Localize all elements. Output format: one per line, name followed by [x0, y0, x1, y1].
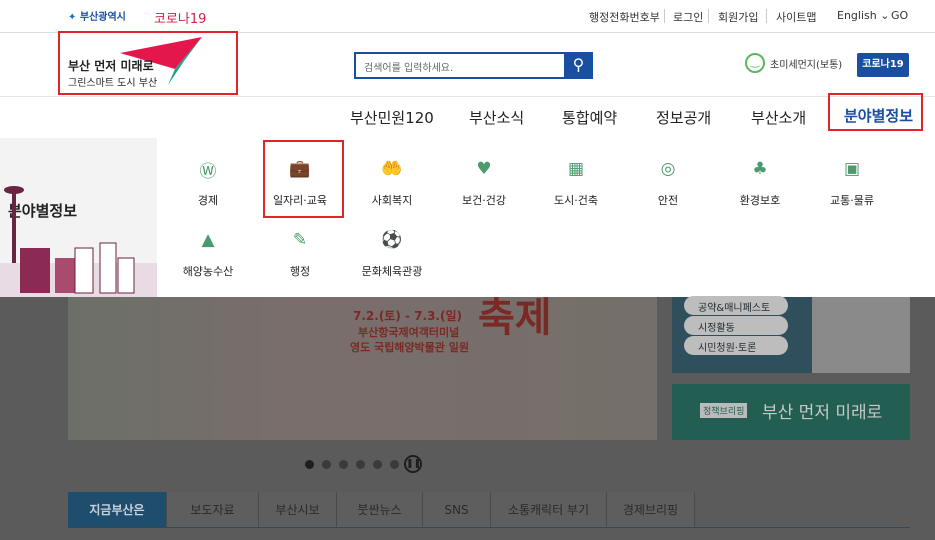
login-link[interactable]: 로그인 [673, 9, 703, 25]
divider [766, 9, 767, 23]
news-tab[interactable]: 소통캐릭터 부기 [491, 492, 607, 527]
trees-icon: ♣ [752, 159, 768, 179]
briefing-text: 부산 먼저 미래로 [762, 403, 883, 423]
smile-icon: ‿ [745, 53, 765, 73]
mega-menu: 분야별정보 Ⓦ 경제 💼 일자리·교육 🤲 사회복지 ♥ 보건·건강 ▦ 도시·건축 ◎ 안전 ♣ 환경보… [0, 138, 935, 297]
logo-slogan: 부산 먼저 미래로 [68, 59, 154, 73]
banner-title: 축제 [478, 297, 552, 341]
news-tab[interactable]: 보도자료 [167, 492, 259, 527]
highlight-box [263, 140, 344, 218]
news-tab[interactable]: 붓싼뉴스 [337, 492, 423, 527]
chevron-down-icon: ⌄ [880, 9, 890, 22]
corona-button[interactable]: 코로나19 [857, 53, 909, 77]
briefing-tag: 정책브리핑 [700, 403, 748, 418]
mega-menu-item-label: 해양농수산 [182, 265, 234, 278]
search-button[interactable]: ⚲ [564, 52, 593, 79]
mega-menu-side-panel: 분야별정보 [0, 138, 157, 297]
mega-menu-item[interactable]: 🤲 사회복지 [347, 154, 437, 208]
building-icon: ▦ [567, 159, 585, 179]
header: 부산 먼저 미래로 그린스마트 도시 부산 검색어를 입력하세요. ⚲ ‿ 초미… [0, 31, 935, 97]
mega-menu-item-label: 교통·물류 [830, 194, 874, 207]
search-placeholder: 검색어를 입력하세요. [364, 63, 454, 74]
go-button[interactable]: GO [891, 9, 908, 22]
divider [708, 9, 709, 23]
corona-link[interactable]: 코로나19 [154, 8, 206, 27]
phonebook-link[interactable]: 행정전화번호부 [589, 9, 660, 25]
slide-dot-2[interactable] [322, 460, 331, 469]
mega-menu-item-label: 사회복지 [371, 194, 413, 207]
news-tab[interactable]: SNS [423, 492, 491, 527]
lighthouse-icon: ▲ [201, 230, 215, 250]
mayor-photo [812, 297, 910, 373]
pledge-link[interactable]: 공약&매니페스토 [684, 296, 788, 315]
slide-dot-1[interactable] [305, 460, 314, 469]
brand-text: 부산광역시 [79, 12, 126, 23]
hands-icon: 🤲 [381, 159, 403, 179]
banner-place-1: 부산항국제여객터미널 [358, 326, 460, 339]
money-icon: Ⓦ [199, 161, 217, 182]
divider [664, 9, 665, 23]
language-select[interactable]: English ⌄ [837, 9, 889, 22]
ball-icon: ⚽ [381, 230, 403, 250]
slide-dot-6[interactable] [390, 460, 399, 469]
mega-menu-item[interactable]: ▲ 해양농수산 [163, 225, 253, 279]
mega-menu-item-label: 환경보호 [739, 194, 781, 207]
petition-link[interactable]: 시민청원·토론 [684, 336, 788, 355]
policy-briefing-banner[interactable]: 정책브리핑 부산 먼저 미래로 [672, 384, 910, 440]
nav-item-civil[interactable]: 부산민원120 [350, 107, 434, 128]
mega-menu-item-label: 경제 [197, 194, 219, 207]
main-logo[interactable]: 부산 먼저 미래로 그린스마트 도시 부산 [58, 31, 238, 95]
mega-menu-item[interactable]: ◎ 안전 [623, 154, 713, 208]
pause-icon[interactable]: ❚❚ [404, 455, 422, 473]
main-nav: 부산민원120 부산소식 통합예약 정보공개 부산소개 분야별정보 [0, 93, 935, 138]
search-icon: ⚲ [572, 55, 585, 74]
nav-item-reservation[interactable]: 통합예약 [562, 107, 617, 128]
language-label: English [837, 9, 877, 22]
news-tab[interactable]: 지금부산은 [68, 492, 167, 527]
lifebuoy-icon: ◎ [660, 159, 676, 179]
logo-subtitle: 그린스마트 도시 부산 [68, 78, 158, 89]
mega-menu-item[interactable]: ♥ 보건·건강 [439, 154, 529, 208]
slide-dot-5[interactable] [373, 460, 382, 469]
mega-menu-item[interactable]: ⚽ 문화체육관광 [347, 225, 437, 279]
busan-logo[interactable]: ✦ 부산광역시 [68, 8, 126, 23]
heart-icon: ♥ [476, 159, 492, 179]
tabs-underline [68, 527, 910, 528]
nav-item-info[interactable]: 정보공개 [656, 107, 711, 128]
top-bar: ✦ 부산광역시 코로나19 행정전화번호부 로그인 회원가입 사이트맵 Engl… [0, 0, 935, 33]
news-tab[interactable]: 부산시보 [259, 492, 337, 527]
mega-menu-item-label: 안전 [657, 194, 679, 207]
nav-item-about[interactable]: 부산소개 [751, 107, 806, 128]
news-tab[interactable]: 경제브리핑 [607, 492, 695, 527]
banner-place-2: 영도 국립해양박물관 일원 [350, 341, 469, 354]
mega-menu-item-label: 보건·건강 [462, 194, 506, 207]
sitemap-link[interactable]: 사이트맵 [776, 9, 816, 25]
slide-dot-3[interactable] [339, 460, 348, 469]
mega-menu-item-label: 행정 [289, 265, 311, 278]
slide-dot-4[interactable] [356, 460, 365, 469]
signup-link[interactable]: 회원가입 [718, 9, 758, 25]
mega-menu-item[interactable]: ♣ 환경보호 [715, 154, 805, 208]
search-input[interactable]: 검색어를 입력하세요. [354, 52, 564, 79]
activity-link[interactable]: 시정활동 [684, 316, 788, 335]
mega-menu-item[interactable]: ▦ 도시·건축 [531, 154, 621, 208]
city-illustration [0, 186, 157, 297]
bus-icon: ▣ [843, 159, 861, 179]
mega-menu-item[interactable]: ▣ 교통·물류 [807, 154, 897, 208]
nav-item-fields[interactable]: 분야별정보 [828, 93, 923, 131]
mega-menu-item-label: 도시·건축 [554, 194, 598, 207]
document-icon: ✎ [292, 230, 308, 250]
mega-menu-item-label: 문화체육관광 [361, 265, 423, 278]
banner-date: 7.2.(토) - 7.3.(일) [353, 309, 462, 323]
mega-menu-item[interactable]: ✎ 행정 [255, 225, 345, 279]
nav-item-news[interactable]: 부산소식 [469, 107, 524, 128]
mega-menu-item[interactable]: Ⓦ 경제 [163, 154, 253, 208]
nav-item-fields-label: 분야별정보 [844, 107, 914, 125]
fine-dust-status[interactable]: 초미세먼지(보통) [770, 56, 842, 71]
main-banner[interactable]: 7.2.(토) - 7.3.(일) 부산항국제여객터미널 영도 국립해양박물관 … [68, 297, 657, 440]
